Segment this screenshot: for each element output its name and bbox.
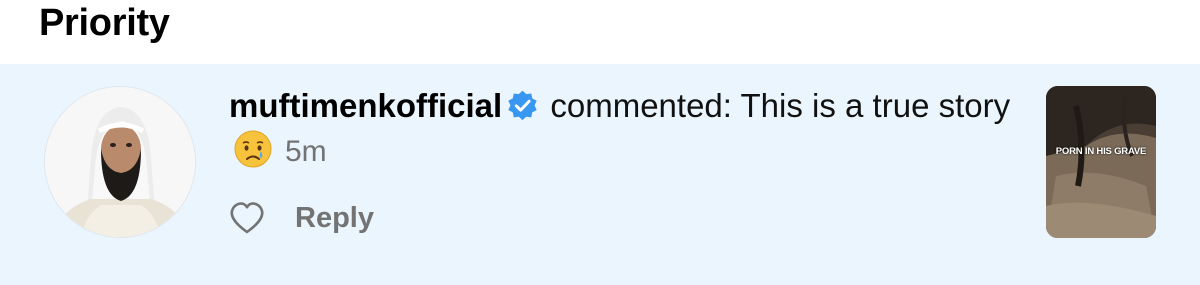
post-thumbnail-image bbox=[1046, 86, 1156, 238]
reply-button[interactable]: Reply bbox=[295, 202, 374, 235]
username[interactable]: muftimenkofficial bbox=[229, 87, 502, 124]
notification-row[interactable]: muftimenkofficial commented: This is a t… bbox=[0, 64, 1200, 285]
section-header: Priority bbox=[0, 0, 1200, 64]
heart-outline-icon[interactable] bbox=[229, 201, 265, 235]
timestamp: 5m bbox=[285, 135, 327, 168]
crying-face-icon bbox=[234, 130, 272, 168]
comment-actions: Reply bbox=[229, 198, 374, 238]
avatar[interactable] bbox=[44, 86, 196, 238]
notification-text: muftimenkofficial commented: This is a t… bbox=[229, 84, 1029, 174]
comment-text: commented: This is a true story bbox=[550, 87, 1011, 124]
verified-badge-icon bbox=[508, 90, 537, 121]
post-thumbnail[interactable]: PORN IN HIS GRAVE bbox=[1046, 86, 1156, 238]
thumbnail-caption: PORN IN HIS GRAVE bbox=[1055, 146, 1147, 157]
avatar-image bbox=[45, 87, 195, 237]
section-title: Priority bbox=[39, 2, 170, 44]
